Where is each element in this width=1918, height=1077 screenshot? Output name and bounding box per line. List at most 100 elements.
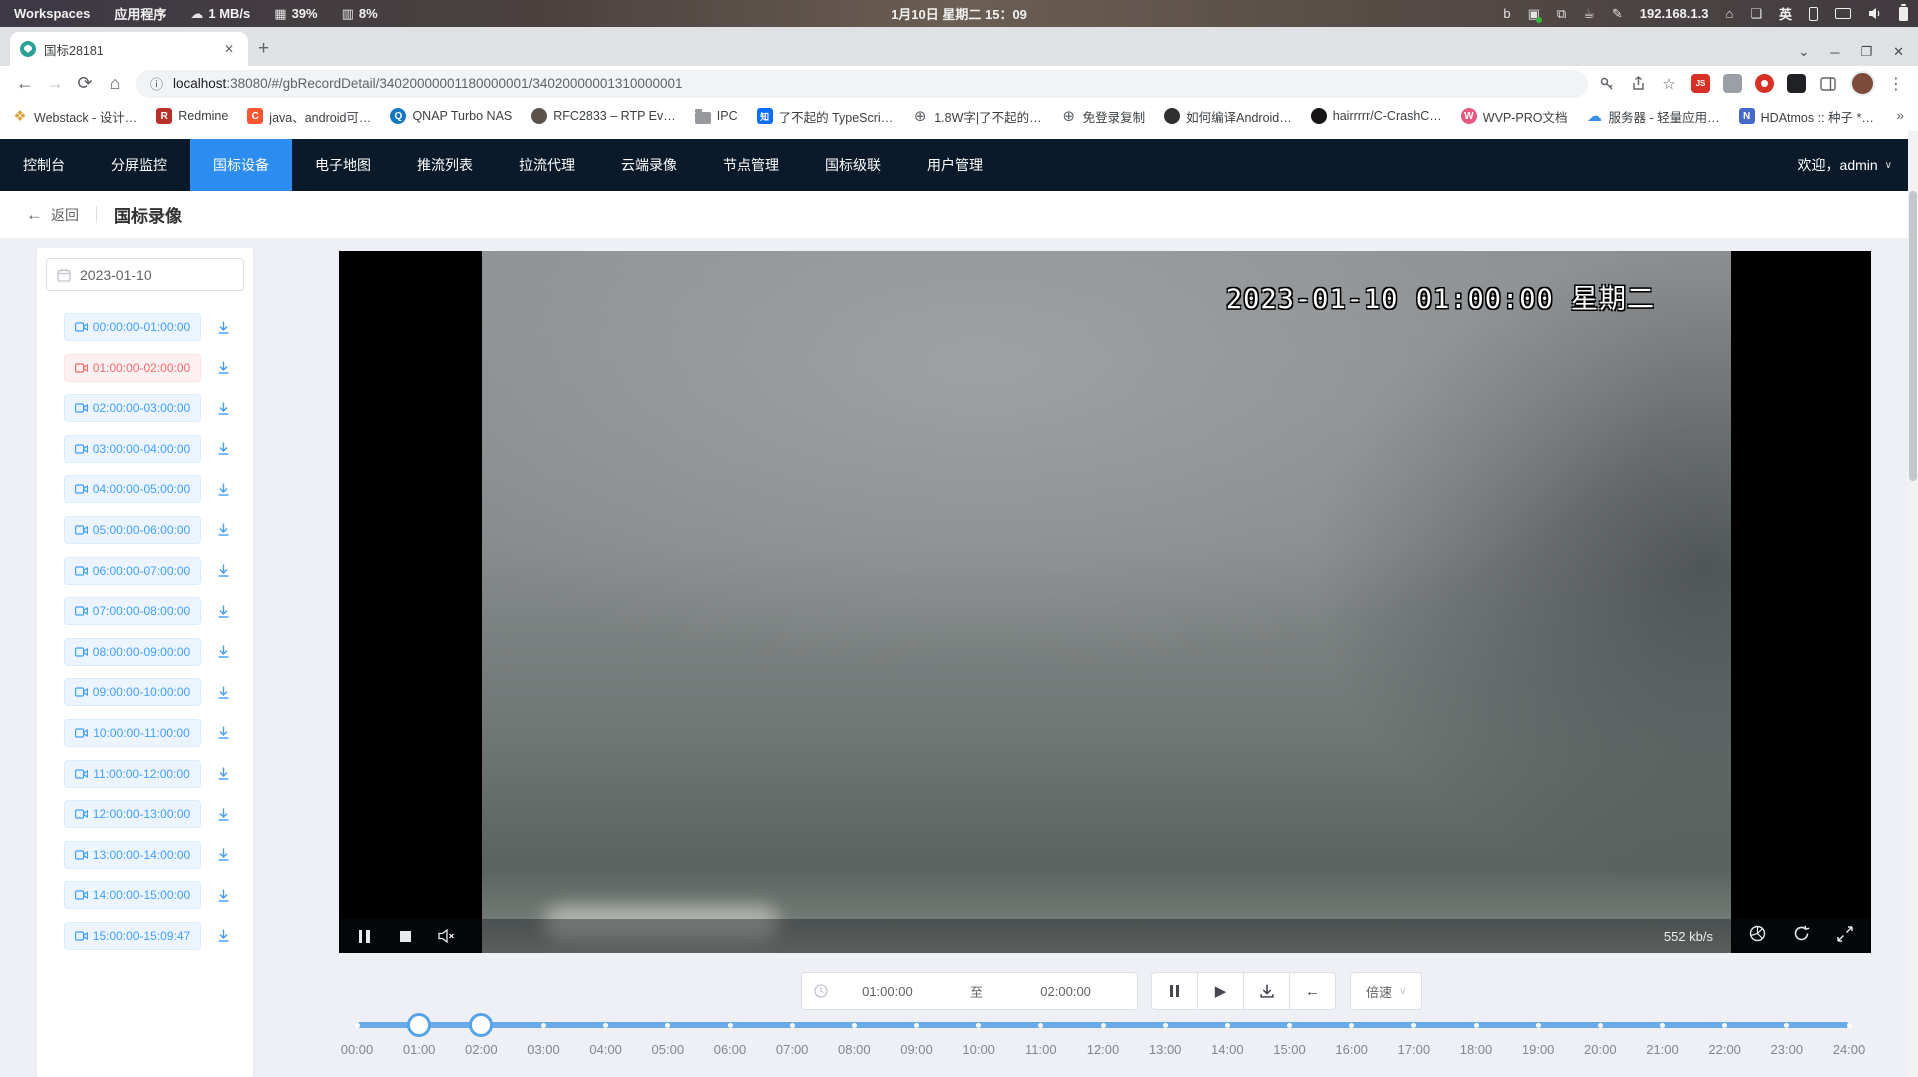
download-icon[interactable] [216, 928, 231, 943]
input-language-indicator[interactable]: 英 [1779, 4, 1792, 23]
download-icon[interactable] [216, 604, 231, 619]
recording-segment-button[interactable]: 15:00:00-15:09:47 [64, 922, 201, 950]
site-info-icon[interactable]: ⓘ [150, 74, 163, 93]
page-scrollbar[interactable] [1908, 131, 1918, 1077]
download-icon[interactable] [216, 685, 231, 700]
timeline-handle[interactable] [407, 1013, 431, 1037]
nav-item[interactable]: 云端录像 [598, 139, 700, 191]
nav-item[interactable]: 控制台 [0, 139, 88, 191]
play-button[interactable]: ▶ [1197, 972, 1244, 1010]
player-pause-button[interactable] [354, 926, 374, 946]
nav-item[interactable]: 节点管理 [700, 139, 802, 191]
password-key-icon[interactable] [1598, 75, 1616, 93]
bookmark-star-icon[interactable]: ☆ [1660, 75, 1678, 93]
download-icon[interactable] [216, 320, 231, 335]
tab-close-icon[interactable]: ✕ [220, 40, 238, 58]
bookmark-item[interactable]: 如何编译Android… [1164, 107, 1292, 126]
profile-avatar[interactable] [1850, 71, 1875, 96]
nav-item[interactable]: 拉流代理 [496, 139, 598, 191]
share-icon[interactable] [1629, 75, 1647, 93]
end-time-value[interactable]: 02:00:00 [1006, 984, 1125, 999]
window-minimize-button[interactable]: ─ [1830, 45, 1839, 60]
nav-item[interactable]: 推流列表 [394, 139, 496, 191]
phone-icon[interactable] [1809, 7, 1818, 21]
bookmark-item[interactable]: RFC2833 – RTP Ev… [531, 108, 676, 124]
recording-segment-button[interactable]: 03:00:00-04:00:00 [64, 435, 201, 463]
home-button[interactable]: ⌂ [100, 73, 130, 94]
bookmark-item[interactable]: Q QNAP Turbo NAS [390, 108, 512, 124]
download-icon[interactable] [216, 401, 231, 416]
ip-address[interactable]: 192.168.1.3 [1640, 6, 1709, 21]
address-bar[interactable]: ⓘ localhost :38080/#/gbRecordDetail/3402… [136, 70, 1588, 98]
recording-segment-button[interactable]: 06:00:00-07:00:00 [64, 557, 201, 585]
player-stop-button[interactable] [395, 926, 415, 946]
back-button[interactable]: ← [10, 73, 40, 94]
extension-dark-icon[interactable] [1787, 74, 1806, 93]
bookmark-item[interactable]: ⊕ 1.8W字|了不起的… [912, 107, 1041, 126]
home-tray-icon[interactable]: ⌂ [1725, 6, 1733, 21]
player-mute-icon[interactable] [436, 926, 456, 946]
playback-speed-dropdown[interactable]: 倍速 ∨ [1350, 972, 1422, 1010]
pause-button[interactable] [1151, 972, 1198, 1010]
side-panel-icon[interactable] [1819, 75, 1837, 93]
recording-segment-button[interactable]: 07:00:00-08:00:00 [64, 597, 201, 625]
browser-tab[interactable]: 国标28181 ✕ [10, 32, 248, 66]
nav-item[interactable]: 用户管理 [904, 139, 1006, 191]
refresh-icon[interactable] [1793, 925, 1810, 947]
extension-blocker-icon[interactable] [1755, 74, 1774, 93]
bookmark-item[interactable]: ⊕ 免登录复制 [1061, 107, 1146, 126]
user-menu[interactable]: 欢迎，admin ∨ [1798, 155, 1892, 175]
bookmark-item[interactable]: ❖ Webstack - 设计… [12, 107, 137, 126]
recording-segment-button[interactable]: 08:00:00-09:00:00 [64, 638, 201, 666]
bing-tray-icon[interactable]: b [1503, 6, 1510, 21]
clipboard-tray-icon[interactable]: ⧉ [1557, 6, 1566, 22]
recording-segment-button[interactable]: 14:00:00-15:00:00 [64, 881, 201, 909]
download-icon[interactable] [216, 725, 231, 740]
bookmark-item[interactable]: hairrrrr/C-CrashC… [1311, 108, 1442, 124]
video-player[interactable]: 2023-01-10 01:00:00 星期二 552 kb/s [339, 251, 1871, 953]
time-range-picker[interactable]: 01:00:00 至 02:00:00 [801, 972, 1138, 1010]
nav-item[interactable]: 电子地图 [292, 139, 394, 191]
bookmark-item[interactable]: W WVP-PRO文档 [1461, 107, 1568, 126]
back-arrow-icon[interactable]: ← [26, 205, 43, 225]
recording-segment-button[interactable]: 00:00:00-01:00:00 [64, 313, 201, 341]
new-tab-button[interactable]: + [258, 38, 269, 60]
bookmark-item[interactable]: N HDAtmos :: 种子 *… [1739, 107, 1874, 126]
recording-segment-button[interactable]: 11:00:00-12:00:00 [64, 760, 201, 788]
browser-menu-icon[interactable]: ⋮ [1888, 74, 1904, 94]
timeline-handle[interactable] [469, 1013, 493, 1037]
coffee-tray-icon[interactable]: ☕ [1583, 6, 1595, 22]
bookmark-item[interactable]: R Redmine [156, 108, 228, 124]
recording-segment-button[interactable]: 09:00:00-10:00:00 [64, 678, 201, 706]
download-icon[interactable] [216, 360, 231, 375]
display-icon[interactable] [1835, 8, 1851, 19]
recording-segment-button[interactable]: 10:00:00-11:00:00 [64, 719, 201, 747]
applications-menu[interactable]: 应用程序 [114, 4, 166, 23]
recording-segment-button[interactable]: 04:00:00-05:00:00 [64, 475, 201, 503]
date-picker-input[interactable]: 2023-01-10 [46, 258, 244, 291]
pen-tray-icon[interactable]: ✎ [1612, 6, 1623, 22]
app-tray-icon[interactable]: ▣ [1528, 6, 1540, 22]
recording-segment-button[interactable]: 12:00:00-13:00:00 [64, 800, 201, 828]
windows-tray-icon[interactable]: ❏ [1750, 6, 1762, 22]
nav-item[interactable]: 国标设备 [190, 139, 292, 191]
download-button[interactable] [1243, 972, 1290, 1010]
bookmark-item[interactable]: 知 了不起的 TypeScri… [757, 107, 894, 126]
recording-segment-button[interactable]: 13:00:00-14:00:00 [64, 841, 201, 869]
nav-item[interactable]: 国标级联 [802, 139, 904, 191]
extension-icon[interactable] [1723, 74, 1742, 93]
recording-segment-button[interactable]: 05:00:00-06:00:00 [64, 516, 201, 544]
reload-button[interactable]: ⟳ [70, 73, 100, 94]
start-time-value[interactable]: 01:00:00 [828, 984, 947, 999]
download-icon[interactable] [216, 847, 231, 862]
volume-icon[interactable] [1868, 7, 1882, 20]
recording-segment-button[interactable]: 02:00:00-03:00:00 [64, 394, 201, 422]
forward-button[interactable]: → [40, 73, 70, 94]
scrollbar-thumb[interactable] [1909, 191, 1917, 481]
seek-back-button[interactable]: ← [1289, 972, 1336, 1010]
extension-js-icon[interactable]: JS [1691, 74, 1710, 93]
fullscreen-icon[interactable] [1837, 926, 1853, 947]
window-close-button[interactable]: ✕ [1893, 44, 1904, 60]
bookmarks-overflow-icon[interactable]: » [1896, 107, 1910, 123]
download-icon[interactable] [216, 522, 231, 537]
